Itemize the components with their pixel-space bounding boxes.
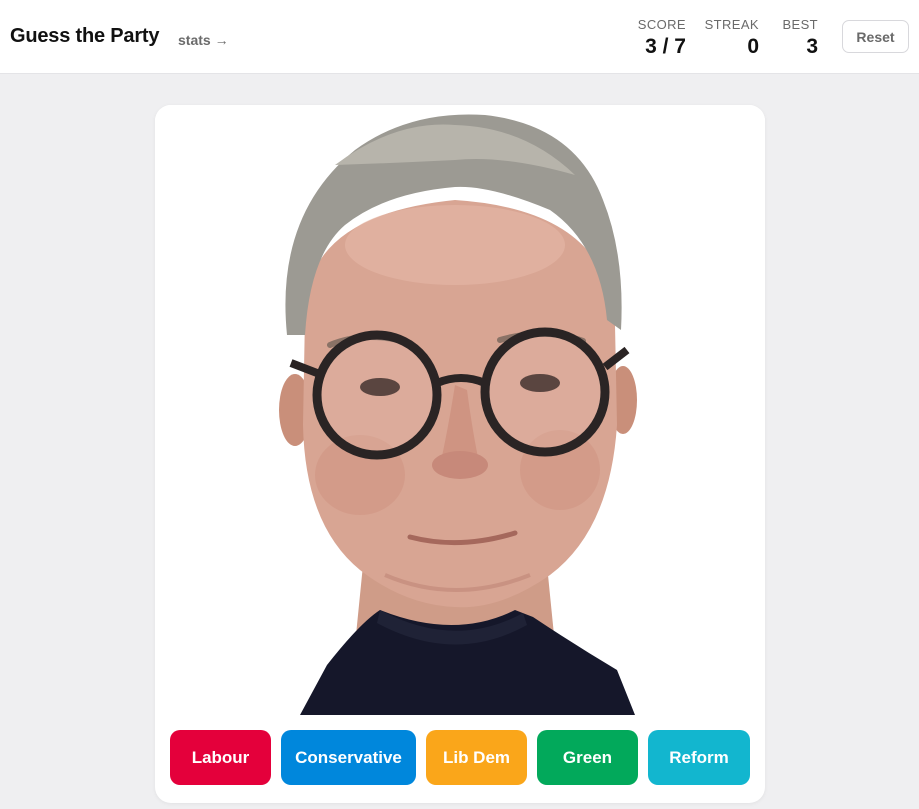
question-card: Labour Conservative Lib Dem Green Reform bbox=[155, 105, 765, 803]
best-value: 3 bbox=[806, 35, 818, 58]
top-bar: Guess the Party stats → SCORE 3 / 7 STRE… bbox=[0, 0, 919, 74]
streak-value: 0 bbox=[747, 35, 759, 58]
choice-labour-button[interactable]: Labour bbox=[170, 730, 271, 785]
choice-green-button[interactable]: Green bbox=[537, 730, 638, 785]
stats-link[interactable]: stats → bbox=[178, 32, 229, 48]
party-choices: Labour Conservative Lib Dem Green Reform bbox=[170, 730, 750, 785]
score-stat: SCORE 3 / 7 bbox=[628, 17, 686, 60]
reset-button[interactable]: Reset bbox=[842, 20, 909, 53]
score-value: 3 / 7 bbox=[645, 35, 686, 58]
portrait-photo bbox=[155, 105, 765, 715]
best-stat: BEST 3 bbox=[772, 17, 818, 60]
streak-stat: STREAK 0 bbox=[700, 17, 759, 60]
choice-reform-button[interactable]: Reform bbox=[648, 730, 750, 785]
choice-conservative-button[interactable]: Conservative bbox=[281, 730, 416, 785]
streak-label: STREAK bbox=[704, 17, 759, 32]
choice-lib-dem-button[interactable]: Lib Dem bbox=[426, 730, 527, 785]
best-label: BEST bbox=[782, 17, 818, 32]
app-title: Guess the Party bbox=[10, 25, 160, 47]
score-label: SCORE bbox=[637, 17, 686, 32]
portrait-illustration bbox=[155, 105, 765, 715]
